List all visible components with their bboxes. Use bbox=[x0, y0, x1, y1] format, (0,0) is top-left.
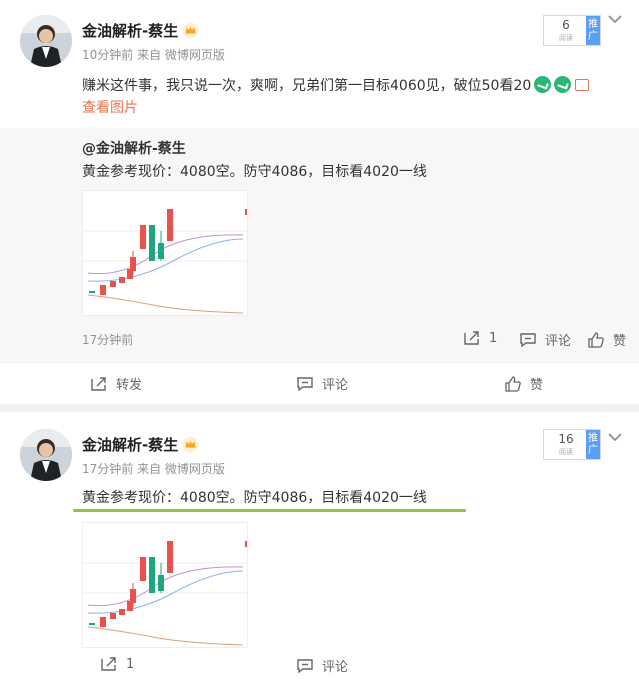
repost-block: @金油解析-蔡生 黄金参考现价：4080空。防守4086，目标看4020一线 1… bbox=[0, 128, 639, 362]
share-button[interactable]: 1 bbox=[100, 656, 134, 672]
promote-sub: 阅读 bbox=[559, 448, 573, 456]
emoji-down-icon bbox=[534, 76, 552, 93]
avatar[interactable] bbox=[20, 15, 72, 67]
chevron-down-icon[interactable] bbox=[607, 432, 623, 442]
chart-thumbnail[interactable] bbox=[82, 190, 248, 316]
post-text: 赚米这件事，我只说一次，爽啊，兄弟们第一目标4060见，破位50看20 bbox=[82, 78, 532, 94]
repost-time[interactable]: 17分钟前 bbox=[82, 331, 133, 348]
promote-tag: 推广 bbox=[586, 16, 600, 45]
chart-thumbnail[interactable] bbox=[82, 522, 248, 648]
promote-tag: 推广 bbox=[586, 430, 600, 459]
promote-box[interactable]: 6 阅读 推广 bbox=[543, 15, 601, 46]
comment-button[interactable]: 评论 bbox=[296, 656, 348, 675]
forward-icon bbox=[91, 376, 106, 391]
post-time[interactable]: 10分钟前 bbox=[82, 48, 133, 62]
view-pictures-link[interactable]: 查看图片 bbox=[82, 97, 138, 117]
post-source: 来自 微博网页版 bbox=[137, 48, 225, 62]
post-time[interactable]: 17分钟前 bbox=[82, 462, 133, 476]
promote-count: 6 bbox=[562, 18, 570, 32]
candlestick-chart-image bbox=[83, 523, 247, 647]
repost-username[interactable]: @金油解析-蔡生 bbox=[82, 138, 186, 158]
username[interactable]: 金油解析-蔡生 bbox=[82, 20, 178, 41]
candlestick-chart-image bbox=[83, 191, 247, 315]
promote-box[interactable]: 16 阅读 推广 bbox=[543, 429, 601, 460]
share-icon bbox=[464, 331, 479, 345]
repost-like-button[interactable]: 赞 bbox=[587, 330, 626, 349]
comment-button[interactable]: 评论 bbox=[296, 374, 348, 393]
username[interactable]: 金油解析-蔡生 bbox=[82, 434, 178, 455]
post-card-2: 金油解析-蔡生 17分钟前 来自 微博网页版 16 阅读 推广 黄金参考现价：4… bbox=[0, 412, 639, 684]
post-source: 来自 微博网页版 bbox=[137, 462, 225, 476]
highlight-underline bbox=[73, 509, 466, 512]
repost-comment-button[interactable]: 评论 bbox=[519, 330, 571, 349]
comment-icon bbox=[520, 332, 536, 347]
like-button[interactable]: 赞 bbox=[504, 374, 543, 393]
vip-crown-icon bbox=[182, 436, 199, 453]
vip-crown-icon bbox=[182, 22, 199, 39]
comment-icon bbox=[297, 376, 313, 391]
promote-sub: 阅读 bbox=[559, 34, 573, 42]
promote-count: 16 bbox=[558, 432, 574, 446]
like-icon bbox=[588, 331, 604, 348]
image-icon[interactable] bbox=[575, 79, 590, 91]
post-text: 黄金参考现价：4080空。防守4086，目标看4020一线 bbox=[82, 490, 427, 506]
repost-share-button[interactable]: 1 bbox=[463, 330, 497, 346]
forward-button[interactable]: 转发 bbox=[90, 374, 142, 393]
comment-icon bbox=[297, 658, 313, 673]
chevron-down-icon[interactable] bbox=[607, 14, 623, 24]
repost-text: 黄金参考现价：4080空。防守4086，目标看4020一线 bbox=[82, 164, 427, 180]
emoji-down-icon bbox=[554, 76, 572, 93]
post-card-1: 金油解析-蔡生 10分钟前 来自 微博网页版 6 阅读 推广 赚米这件事，我只说… bbox=[0, 0, 639, 404]
share-icon bbox=[101, 657, 116, 671]
like-icon bbox=[505, 375, 521, 392]
avatar[interactable] bbox=[20, 429, 72, 481]
